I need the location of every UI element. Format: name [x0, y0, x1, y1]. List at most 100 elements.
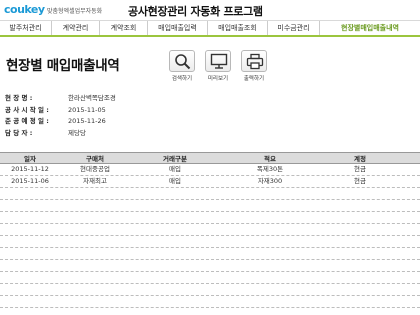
- table-row[interactable]: [0, 200, 420, 212]
- cell-account: [320, 272, 400, 283]
- cell-account: [320, 200, 400, 211]
- page-title: 현장별 매입매출내역: [6, 58, 120, 74]
- main-nav: 발주처관리 계약관리 계약조회 매입매출입력 매입매출조회 미수금관리 현장별매…: [0, 21, 420, 37]
- table-row[interactable]: 2015-11-06 자재최고 매입 자재300 현금: [0, 176, 420, 188]
- cell-vendor: [60, 272, 130, 283]
- table-row[interactable]: [0, 212, 420, 224]
- cell-account: [320, 284, 400, 295]
- cell-memo: [220, 260, 320, 271]
- cell-type: [130, 224, 220, 235]
- nav-receivables[interactable]: 미수금관리: [268, 21, 320, 35]
- cell-date: [0, 272, 60, 283]
- completion-date-label: 준 공 예 정 일 :: [5, 117, 49, 125]
- nav-contract-inquiry[interactable]: 계약조회: [100, 21, 148, 35]
- app-header: coukey 맞춤형엑셀업무자동화 공사현장관리 자동화 프로그램: [0, 0, 420, 21]
- col-vendor-header: 구매처: [86, 155, 104, 163]
- transactions-table: 일자 구매처 거래구분 적요 계정 2015-11-12 현대중공업 매입 폭제30톤…: [0, 152, 420, 308]
- cell-type: [130, 236, 220, 247]
- search-icon: [175, 54, 191, 70]
- search-button[interactable]: 검색하기: [166, 50, 198, 84]
- cell-vendor: 자재최고: [83, 177, 107, 185]
- cell-type: [130, 248, 220, 259]
- cell-memo: [220, 284, 320, 295]
- preview-button[interactable]: 미리보기: [202, 50, 234, 84]
- cell-date: [0, 260, 60, 271]
- cell-account: 현금: [354, 165, 366, 173]
- nav-purchase-sales-inquiry[interactable]: 매입매출조회: [208, 21, 268, 35]
- cell-vendor: [60, 212, 130, 223]
- table-header: 일자 구매처 거래구분 적요 계정: [0, 152, 420, 164]
- site-name-label: 현 장 명 :: [5, 94, 33, 102]
- cell-date: 2015-11-12: [11, 165, 49, 173]
- cell-date: [0, 236, 60, 247]
- print-label: 출력하기: [243, 76, 265, 82]
- cell-account: 현금: [354, 177, 366, 185]
- cell-memo: [220, 248, 320, 259]
- cell-memo: [220, 236, 320, 247]
- logo-subtitle: 맞춤형엑셀업무자동화: [47, 8, 103, 15]
- table-body: 2015-11-12 현대중공업 매입 폭제30톤 현금 2015-11-06 자재최고 매입…: [0, 164, 420, 308]
- table-row[interactable]: [0, 272, 420, 284]
- start-date-label: 공 사 시 작 일 :: [5, 105, 49, 114]
- cell-date: [0, 200, 60, 211]
- cell-account: [320, 188, 400, 199]
- cell-memo: [220, 224, 320, 235]
- start-date-row: 공 사 시 작 일 : 2015-11-05: [5, 105, 116, 117]
- cell-type: [130, 260, 220, 271]
- completion-date-value: 2015-11-26: [68, 117, 106, 125]
- cell-account: [320, 296, 400, 307]
- cell-vendor: [60, 188, 130, 199]
- cell-type: 매입: [169, 177, 181, 185]
- site-name-value: 한라산벽쪽담조경: [68, 94, 116, 102]
- cell-type: [130, 188, 220, 199]
- search-label: 검색하기: [171, 76, 193, 82]
- cell-vendor: 현대중공업: [80, 165, 110, 173]
- cell-account: [320, 260, 400, 271]
- cell-vendor: [60, 260, 130, 271]
- cell-date: [0, 212, 60, 223]
- nav-site-purchase-sales[interactable]: 현장별매입매출내역: [320, 21, 420, 35]
- nav-client-management[interactable]: 발주처관리: [0, 21, 52, 35]
- app-title: 공사현장관리 자동화 프로그램: [128, 5, 263, 18]
- cell-type: [130, 272, 220, 283]
- table-row[interactable]: [0, 236, 420, 248]
- cell-account: [320, 212, 400, 223]
- cell-type: [130, 212, 220, 223]
- print-button[interactable]: 출력하기: [238, 50, 270, 84]
- nav-purchase-sales-input[interactable]: 매입매출입력: [148, 21, 208, 35]
- table-row[interactable]: [0, 248, 420, 260]
- cell-vendor: [60, 236, 130, 247]
- table-row[interactable]: [0, 296, 420, 308]
- table-row[interactable]: [0, 188, 420, 200]
- cell-memo: 폭제30톤: [256, 165, 284, 173]
- table-row[interactable]: [0, 224, 420, 236]
- table-row[interactable]: 2015-11-12 현대중공업 매입 폭제30톤 현금: [0, 164, 420, 176]
- cell-memo: [220, 188, 320, 199]
- manager-row: 담 당 자 : 제당당: [5, 128, 116, 140]
- col-account-header: 계정: [354, 155, 366, 163]
- site-name-row: 현 장 명 : 한라산벽쪽담조경: [5, 93, 116, 105]
- completion-date-row: 준 공 예 정 일 : 2015-11-26: [5, 116, 116, 128]
- site-info: 현 장 명 : 한라산벽쪽담조경 공 사 시 작 일 : 2015-11-05 …: [5, 93, 116, 139]
- cell-memo: 자재300: [257, 177, 283, 185]
- cell-vendor: [60, 296, 130, 307]
- printer-icon: [246, 53, 264, 70]
- manager-label: 담 당 자 :: [5, 128, 33, 137]
- table-row[interactable]: [0, 284, 420, 296]
- cell-type: 매입: [169, 165, 181, 173]
- preview-label: 미리보기: [207, 76, 229, 82]
- monitor-icon: [210, 53, 228, 69]
- cell-memo: [220, 212, 320, 223]
- start-date-value: 2015-11-05: [68, 105, 106, 114]
- cell-date: [0, 284, 60, 295]
- nav-contract-management[interactable]: 계약관리: [52, 21, 100, 35]
- cell-date: [0, 224, 60, 235]
- cell-type: [130, 200, 220, 211]
- cell-vendor: [60, 284, 130, 295]
- cell-type: [130, 284, 220, 295]
- cell-date: 2015-11-06: [11, 177, 49, 185]
- col-memo-header: 적요: [264, 155, 276, 163]
- table-row[interactable]: [0, 260, 420, 272]
- col-type-header: 거래구분: [163, 155, 187, 163]
- cell-date: [0, 296, 60, 307]
